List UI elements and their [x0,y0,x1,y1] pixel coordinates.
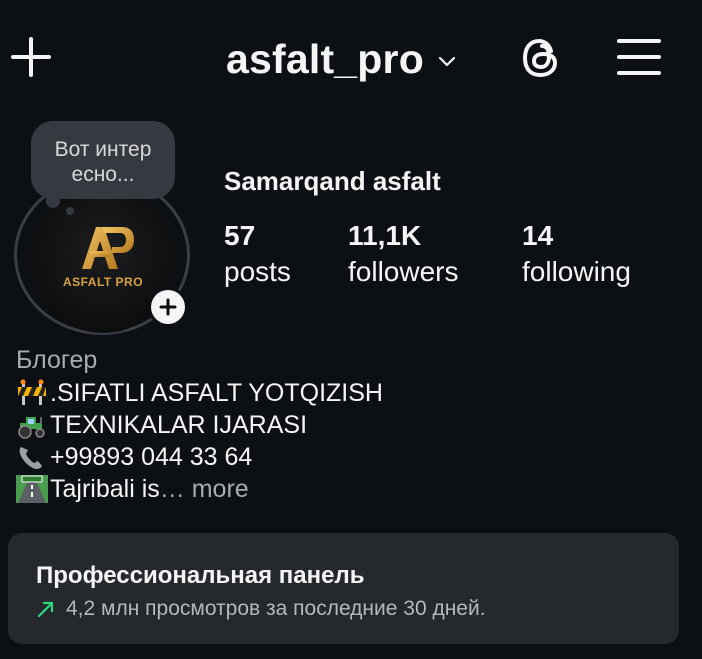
avatar-brand-text: ASFALT PRO [62,275,144,289]
trend-up-icon [37,601,54,618]
construction-barrier-icon [18,379,46,405]
username: asfalt_pro [226,35,424,82]
category-label: Блогер [16,346,98,374]
top-bar: asfalt_pro [0,0,702,110]
note-bubble[interactable]: Вот интер есно... [31,121,175,199]
bio-line-text: .SIFATLI ASFALT YOTQIZISH [50,379,383,407]
followers-label: followers [348,256,459,287]
bio-line-text: Tajribali is [50,475,160,503]
stat-posts[interactable]: 57 posts [224,220,291,292]
tractor-icon [18,417,45,439]
avatar-container[interactable]: ASFALT PRO [14,175,192,337]
profile-page: asfalt_pro ASFALT PRO Вот интер есно... … [0,0,702,659]
menu-icon[interactable] [616,36,662,78]
following-count: 14 [522,220,554,251]
following-label: following [522,256,631,287]
stat-followers[interactable]: 11,1K followers [348,220,458,292]
professional-dashboard[interactable]: Профессиональная панель 4,2 млн просмотр… [8,533,679,644]
dashboard-subtitle: 4,2 млн просмотров за последние 30 дней. [36,597,679,621]
chevron-down-icon [438,56,456,67]
threads-icon[interactable] [518,34,566,82]
telephone-icon [19,447,42,469]
bio-line-text: TEXNIKALAR IJARASI [50,411,308,439]
posts-count: 57 [224,220,256,251]
note-bubble-tail-small [66,207,74,215]
stat-following[interactable]: 14 following [522,220,631,292]
bio-line: Tajribali is… more [16,473,383,505]
profile-name: Samarqand asfalt [224,166,441,196]
bio-line: .SIFATLI ASFALT YOTQIZISH [16,377,383,409]
note-bubble-tail [46,194,60,208]
bio-line: +99893 044 33 64 [16,441,383,473]
plus-icon[interactable] [10,36,52,78]
motorway-icon [16,475,48,503]
dashboard-title: Профессиональная панель [36,562,365,589]
more-link[interactable]: … more [160,473,249,505]
bio: Блогер .SIFATLI ASFALT YOTQIZISH TEXNIKA… [16,343,383,505]
bio-line: TEXNIKALAR IJARASI [16,409,383,441]
note-text: Вот интер есно... [54,138,152,186]
posts-label: posts [224,256,291,287]
followers-count: 11,1K [348,220,422,251]
add-story-button[interactable] [148,287,188,327]
bio-line-text: +99893 044 33 64 [50,443,253,471]
add-icon [159,298,177,316]
dashboard-subtitle-text: 4,2 млн просмотров за последние 30 дней. [66,597,486,620]
account-switcher[interactable]: asfalt_pro [226,34,458,84]
